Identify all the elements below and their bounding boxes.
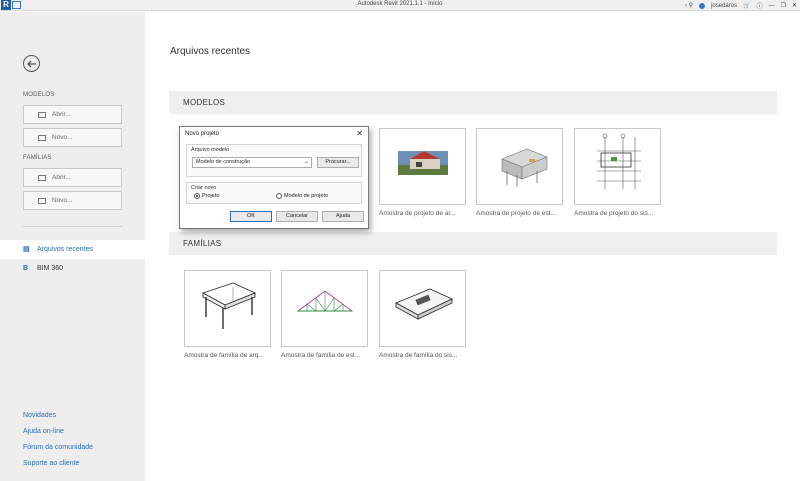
radio-template-label: Modelo de projeto: [284, 193, 329, 199]
radio-project-label: Projeto: [202, 193, 220, 199]
models-heading: MODELOS: [23, 92, 55, 98]
arrow-left-icon: [27, 60, 36, 68]
models-new-button[interactable]: Novo...: [23, 128, 122, 147]
restore-button[interactable]: ❐: [781, 2, 786, 9]
create-new-label: Criar novo: [191, 185, 217, 191]
family-thumbnail: [184, 270, 271, 347]
card-caption: Amostra de família do sis...: [379, 352, 458, 359]
folder-open-icon: [38, 111, 46, 118]
families-new-label: Novo...: [52, 197, 73, 204]
link-community-forum[interactable]: Fórum da comunidade: [23, 444, 93, 451]
model-card-structural[interactable]: Amostra de projeto de est...: [476, 128, 563, 217]
user-name[interactable]: josedaros: [711, 3, 737, 9]
ok-button[interactable]: OK: [230, 211, 272, 222]
sidebar-item-recent-files[interactable]: ▤ Arquivos recentes: [0, 240, 145, 259]
create-new-group: Criar novo Projeto Modelo de projeto: [186, 182, 362, 204]
browse-button[interactable]: Procurar...: [317, 157, 359, 168]
title-bar-right: ‹ ⚲ josedaros 🛒 ⓘ — ❐ ✕: [682, 0, 800, 11]
sidebar-item-label: BIM 360: [37, 265, 64, 272]
link-online-help[interactable]: Ajuda on-line: [23, 428, 64, 435]
model-card-systems[interactable]: Amostra de projeto do sis...: [574, 128, 661, 217]
title-bar: R Autodesk Revit 2021.1.1 - Início ‹ ⚲ j…: [0, 0, 800, 11]
family-card-architectural[interactable]: Amostra de família de arq...: [184, 270, 271, 359]
template-file-label: Arquivo modelo: [191, 147, 230, 153]
card-caption: Amostra de projeto de est...: [476, 210, 556, 217]
dialog-title: Novo projeto: [185, 131, 220, 137]
folder-open-icon: [38, 174, 46, 181]
new-project-dialog: Novo projeto ✕ Arquivo modelo Modelo de …: [179, 126, 369, 229]
sidebar-divider: [23, 226, 122, 227]
sidebar-item-label: Arquivos recentes: [37, 246, 94, 253]
cancel-button[interactable]: Cancelar: [276, 211, 318, 222]
panel-family-icon: [394, 288, 454, 320]
card-caption: Amostra de família de est...: [281, 352, 361, 359]
dialog-close-icon[interactable]: ✕: [356, 129, 363, 138]
structural-model-icon: [501, 148, 548, 187]
models-section-header: MODELOS: [169, 91, 777, 114]
help-icon[interactable]: ⓘ: [757, 1, 763, 10]
link-customer-support[interactable]: Suporte ao cliente: [23, 460, 79, 467]
template-file-group: Arquivo modelo Modelo de construção ⌄ Pr…: [186, 144, 362, 177]
minimize-button[interactable]: —: [769, 3, 775, 9]
family-thumbnail: [379, 270, 466, 347]
back-button[interactable]: [23, 55, 40, 72]
family-card-structural[interactable]: Amostra de família de est...: [281, 270, 368, 359]
table-family-icon: [201, 282, 257, 329]
card-caption: Amostra de projeto do sis...: [574, 210, 654, 217]
template-select-value: Modelo de construção: [196, 159, 251, 165]
families-section-header: FAMÍLIAS: [169, 232, 777, 255]
sidebar: MODELOS Abrir... Novo... FAMÍLIAS Abrir.…: [0, 12, 145, 481]
models-open-button[interactable]: Abrir...: [23, 105, 122, 124]
truss-family-icon: [296, 290, 354, 312]
families-open-label: Abrir...: [52, 174, 71, 181]
model-thumbnail: [476, 128, 563, 205]
search-arrow-icon[interactable]: ‹ ⚲: [685, 2, 693, 9]
cart-icon[interactable]: 🛒: [743, 2, 750, 9]
user-icon[interactable]: [699, 2, 706, 9]
family-card-systems[interactable]: Amostra de família do sis...: [379, 270, 466, 359]
families-heading: FAMÍLIAS: [23, 155, 52, 161]
families-new-button[interactable]: Novo...: [23, 191, 122, 210]
chevron-down-icon: ⌄: [303, 159, 309, 165]
card-caption: Amostra de projeto de ar...: [379, 210, 456, 217]
folder-icon: [38, 197, 46, 204]
radio-project-template[interactable]: Modelo de projeto: [276, 193, 328, 199]
model-thumbnail: [574, 128, 661, 205]
radio-template-indicator[interactable]: [276, 193, 282, 199]
sidebar-item-bim360[interactable]: B BIM 360: [0, 259, 145, 278]
page-title: Arquivos recentes: [170, 46, 251, 57]
model-thumbnail: [379, 128, 466, 205]
architectural-model-icon: [398, 151, 448, 175]
close-button[interactable]: ✕: [792, 2, 797, 9]
window-title: Autodesk Revit 2021.1.1 - Início: [357, 1, 443, 7]
families-open-button[interactable]: Abrir...: [23, 168, 122, 187]
models-open-label: Abrir...: [52, 111, 71, 118]
bim360-icon: B: [23, 264, 29, 272]
radio-project[interactable]: Projeto: [194, 193, 219, 199]
help-button[interactable]: Ajuda: [322, 211, 364, 222]
family-thumbnail: [281, 270, 368, 347]
template-select[interactable]: Modelo de construção ⌄: [192, 157, 312, 168]
folder-icon: [38, 134, 46, 141]
link-whats-new[interactable]: Novidades: [23, 412, 56, 419]
recent-files-icon: ▤: [23, 245, 30, 253]
card-caption: Amostra de família de arq...: [184, 352, 264, 359]
systems-model-icon: [597, 133, 641, 189]
radio-project-indicator[interactable]: [194, 193, 200, 199]
model-card-architectural[interactable]: Amostra de projeto de ar...: [379, 128, 466, 217]
models-new-label: Novo...: [52, 134, 73, 141]
